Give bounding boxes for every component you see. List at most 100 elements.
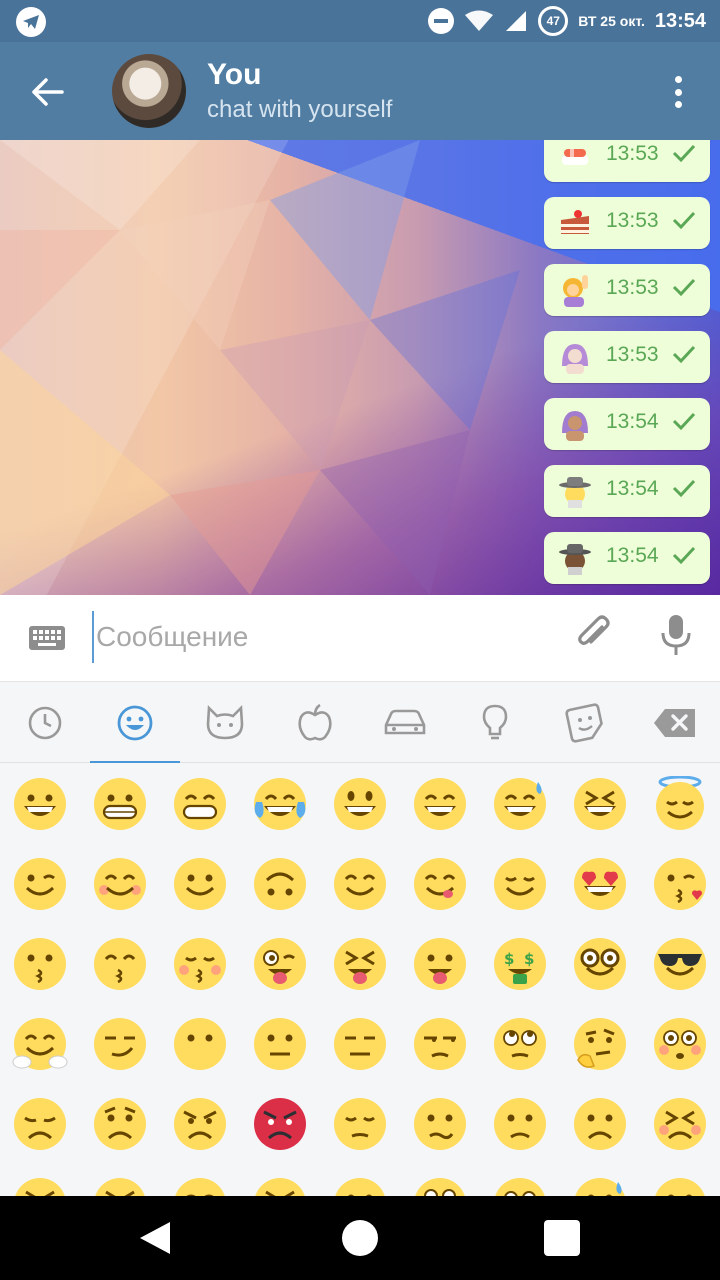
back-button[interactable] [22, 66, 74, 118]
kissing-heart-emoji[interactable] [652, 856, 708, 912]
pensive-emoji[interactable] [332, 1096, 388, 1152]
more-menu-button[interactable] [660, 72, 696, 112]
confounded-emoji[interactable] [12, 1176, 68, 1196]
relieved-emoji[interactable] [492, 856, 548, 912]
expressionless-emoji[interactable] [332, 1016, 388, 1072]
angry-emoji[interactable] [172, 1096, 228, 1152]
wink-emoji[interactable] [12, 856, 68, 912]
flushed-emoji[interactable] [652, 1016, 708, 1072]
grin-emoji[interactable] [172, 776, 228, 832]
stickers-icon [565, 703, 603, 743]
backspace-button[interactable] [630, 682, 720, 764]
message-bubble[interactable]: 13:54 [544, 398, 710, 450]
grinning-emoji[interactable] [12, 776, 68, 832]
tab-objects[interactable] [450, 682, 540, 764]
confused-emoji[interactable] [412, 1096, 468, 1152]
message-bubble[interactable]: 13:53 [544, 264, 710, 316]
detective-emoji-icon [559, 477, 591, 508]
message-bubble[interactable]: 13:53 [544, 331, 710, 383]
tab-animals[interactable] [180, 682, 270, 764]
message-bubble[interactable]: 13:53 [544, 140, 710, 182]
message-time: 13:54 [606, 410, 659, 433]
neutral-emoji[interactable] [252, 1016, 308, 1072]
weary-emoji[interactable] [172, 1176, 228, 1196]
smirk-emoji[interactable] [92, 1016, 148, 1072]
svg-text:$: $ [504, 950, 514, 968]
sushi-emoji-icon [562, 149, 588, 165]
kissing-emoji[interactable] [12, 936, 68, 992]
scream-emoji[interactable] [412, 1176, 468, 1196]
attach-button[interactable] [570, 611, 618, 659]
chat-header: You chat with yourself [0, 42, 720, 140]
emoji-category-tabs [0, 681, 720, 765]
thinking-emoji[interactable] [572, 1016, 628, 1072]
hushed-emoji[interactable] [652, 1176, 708, 1196]
sunglasses-emoji[interactable] [652, 936, 708, 992]
tab-recent[interactable] [0, 682, 90, 764]
disappointed-emoji[interactable] [12, 1096, 68, 1152]
avatar[interactable] [112, 54, 186, 128]
upside-down-emoji[interactable] [252, 856, 308, 912]
open-mouth-emoji[interactable] [332, 1176, 388, 1196]
unamused-emoji[interactable] [412, 1016, 468, 1072]
kissing-smiling-eyes-emoji[interactable] [92, 936, 148, 992]
tab-smileys[interactable] [90, 682, 180, 765]
message-input[interactable] [92, 611, 542, 663]
worried-emoji[interactable] [92, 1096, 148, 1152]
slightly-frowning-emoji[interactable] [492, 1096, 548, 1152]
person-raising-hand-emoji-icon [563, 275, 588, 307]
hugging-emoji[interactable] [12, 1016, 68, 1072]
yum-emoji[interactable] [412, 856, 468, 912]
nav-back-icon[interactable] [138, 1220, 172, 1256]
triumph-emoji[interactable] [252, 1176, 308, 1196]
innocent-emoji[interactable] [652, 776, 708, 832]
stuck-out-tongue-closed-eyes-emoji[interactable] [332, 936, 388, 992]
status-bar: 47 ВТ 25 окт. 13:54 [0, 0, 720, 42]
status-time: 13:54 [654, 9, 706, 32]
no-mouth-emoji[interactable] [172, 1016, 228, 1072]
message-bubble[interactable]: 13:53 [544, 197, 710, 249]
message-bubble[interactable]: 13:54 [544, 532, 710, 584]
money-mouth-emoji[interactable]: $ $ [492, 936, 548, 992]
voice-record-button[interactable] [652, 611, 700, 659]
message-bubble[interactable]: 13:54 [544, 465, 710, 517]
svg-text:$: $ [524, 950, 534, 968]
nerd-emoji[interactable] [572, 936, 628, 992]
fearful-emoji[interactable] [492, 1176, 548, 1196]
nav-home-button[interactable] [342, 1220, 378, 1256]
slightly-smiling-emoji[interactable] [172, 856, 228, 912]
joy-emoji[interactable] [252, 776, 308, 832]
blush-emoji[interactable] [92, 856, 148, 912]
chat-title[interactable]: You [207, 58, 261, 92]
keyboard-toggle-button[interactable] [26, 619, 68, 657]
laughing-emoji[interactable] [572, 776, 628, 832]
sweat-smile-emoji[interactable] [492, 776, 548, 832]
emoji-grid: $ $ [0, 763, 720, 1196]
stuck-out-tongue-emoji[interactable] [412, 936, 468, 992]
smile-emoji[interactable] [412, 776, 468, 832]
microphone-icon [661, 615, 691, 655]
battery-level: 47 [546, 14, 560, 28]
kissing-closed-eyes-emoji[interactable] [172, 936, 228, 992]
persevere-emoji[interactable] [652, 1096, 708, 1152]
message-time: 13:53 [606, 276, 659, 299]
message-time: 13:53 [606, 343, 659, 366]
tired-emoji[interactable] [92, 1176, 148, 1196]
smiley-emoji[interactable] [332, 776, 388, 832]
stuck-out-tongue-winking-emoji[interactable] [252, 936, 308, 992]
cellular-signal-icon [506, 11, 527, 31]
heart-eyes-emoji[interactable] [572, 856, 628, 912]
tab-travel[interactable] [360, 682, 450, 764]
rage-emoji[interactable] [252, 1096, 308, 1152]
grimacing-emoji[interactable] [92, 776, 148, 832]
tab-stickers[interactable] [540, 682, 630, 764]
nav-recents-button[interactable] [544, 1220, 580, 1256]
cold-sweat-emoji[interactable] [572, 1176, 628, 1196]
relaxed-emoji[interactable] [332, 856, 388, 912]
chat-subtitle: chat with yourself [207, 96, 393, 123]
message-time: 13:54 [606, 544, 659, 567]
tab-food[interactable] [270, 682, 360, 764]
frowning-emoji[interactable] [572, 1096, 628, 1152]
rolling-eyes-emoji[interactable] [492, 1016, 548, 1072]
objects-bulb-icon [482, 704, 508, 740]
